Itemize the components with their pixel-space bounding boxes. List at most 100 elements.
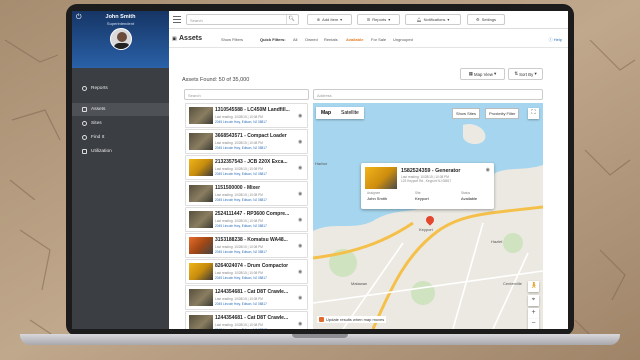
eye-icon[interactable]: ◉ <box>298 139 302 145</box>
map-label-matawan: Matawan <box>351 281 368 286</box>
popup-site-label: Site <box>415 191 421 195</box>
street-view-icon[interactable]: 🚶︎ <box>528 281 539 292</box>
map-type-toggle[interactable]: Map Satellite <box>316 107 364 119</box>
checkbox-icon[interactable] <box>319 317 324 322</box>
eye-icon[interactable]: ◉ <box>298 243 302 249</box>
popup-site: Keyport <box>415 196 429 201</box>
asset-address[interactable]: 2045 Lincoln Hwy, Edison, NJ 08817 <box>215 302 267 306</box>
search-icon[interactable]: 🔍︎ <box>286 15 296 24</box>
asset-address[interactable]: 2045 Lincoln Hwy, Edison, NJ 08817 <box>215 172 267 176</box>
proximity-filter-button[interactable]: Proximity Filter <box>485 108 520 119</box>
asset-thumbnail <box>189 107 213 124</box>
zoom-in-button[interactable]: + <box>528 308 539 319</box>
zoom-out-button[interactable]: − <box>528 319 539 329</box>
asset-address[interactable]: 2045 Lincoln Hwy, Edison, NJ 08817 <box>215 224 267 228</box>
menu-icon[interactable] <box>173 16 181 23</box>
asset-address[interactable]: 2045 Lincoln Hwy, Edison, NJ 08817 <box>215 120 267 124</box>
asset-card[interactable]: 3668543571 - Compact Loader Last reading:… <box>185 129 308 154</box>
asset-title: 1310545588 - LC450M Landfill... <box>215 107 290 113</box>
asset-card[interactable]: 1244354681 - Cat D8T Crawle... Last readi… <box>185 285 308 310</box>
assets-icon: ▣ <box>172 36 177 42</box>
asset-thumbnail <box>189 315 213 329</box>
eye-icon[interactable]: ◉ <box>298 191 302 197</box>
update-on-move-toggle[interactable]: Update results when map moves <box>317 316 387 323</box>
popup-assignee: John Smith <box>367 196 388 201</box>
asset-thumbnail <box>189 185 213 202</box>
asset-address[interactable]: 2045 Lincoln Hwy, Edison, NJ 08817 <box>215 276 267 280</box>
eye-icon[interactable]: ◉ <box>298 113 302 119</box>
map-label-keyport: Keyport <box>419 227 433 232</box>
quick-filter-for-sale[interactable]: For Sale <box>371 37 386 42</box>
map-panel[interactable]: Map Satellite Show Sites Proximity Filte… <box>313 103 543 329</box>
asset-last-reading: Last reading: 10/28/15 | 10:08 PM <box>215 193 263 197</box>
quick-filter-rentals[interactable]: Rentals <box>324 37 338 42</box>
help-link[interactable]: ⓘ Help <box>549 37 562 43</box>
quick-filter-all[interactable]: All <box>293 37 297 42</box>
asset-card[interactable]: 1244354681 - Cat D8T Crawle... Last readi… <box>185 311 308 329</box>
eye-icon[interactable]: ◉ <box>298 269 302 275</box>
generator-thumbnail <box>365 167 397 189</box>
eye-icon[interactable]: ◉ <box>298 165 302 171</box>
asset-address[interactable]: 2045 Lincoln Hwy, Edison, NJ 08817 <box>215 328 267 329</box>
asset-address[interactable]: 2045 Lincoln Hwy, Edison, NJ 08817 <box>215 146 267 150</box>
reports-button[interactable]: ☰ Reports ▾ <box>357 14 400 25</box>
asset-last-reading: Last reading: 10/28/15 | 10:08 PM <box>215 141 263 145</box>
sidebar-item-find-it[interactable]: Find It <box>72 131 169 144</box>
sidebar-item-utilization[interactable]: Utilization <box>72 145 169 158</box>
show-filters-link[interactable]: Show Filters <box>221 37 243 42</box>
notifications-label: Notifications <box>423 17 446 22</box>
sidebar-nav: Reports Assets Sites Find It Utilization <box>72 82 169 158</box>
asset-popup[interactable]: 1582524359 - Generator Last reading: 10/… <box>361 163 494 209</box>
avatar[interactable] <box>110 28 132 50</box>
chevron-down-icon: ▾ <box>447 17 450 22</box>
asset-search-input[interactable]: Search <box>184 89 309 100</box>
asset-card[interactable]: 2132357543 - JCB 220X Exca... Last readin… <box>185 155 308 180</box>
chevron-down-icon: ▾ <box>340 17 343 22</box>
sidebar-item-sites[interactable]: Sites <box>72 117 169 130</box>
sidebar-item-assets[interactable]: Assets <box>72 103 169 116</box>
quick-filter-owned[interactable]: Owned <box>305 37 318 42</box>
asset-card[interactable]: 8264024074 - Drum Compactor Last reading:… <box>185 259 308 284</box>
add-item-button[interactable]: ⊕ Add Item ▾ <box>307 14 352 25</box>
asset-list[interactable]: 1310545588 - LC450M Landfill... Last read… <box>185 103 308 329</box>
asset-address[interactable]: 2045 Lincoln Hwy, Edison, NJ 08817 <box>215 250 267 254</box>
asset-address[interactable]: 2045 Lincoln Hwy, Edison, NJ 08817 <box>215 198 267 202</box>
quick-filter-ungrouped[interactable]: Ungrouped <box>393 37 413 42</box>
reports-label: Reports <box>372 17 387 22</box>
asset-card[interactable]: 1151500000 - Mixer Last reading: 10/28/15… <box>185 181 308 206</box>
map-type-satellite[interactable]: Satellite <box>336 107 364 119</box>
assets-icon <box>82 107 87 112</box>
locate-icon[interactable]: ⌖ <box>528 295 539 306</box>
map-view-dropdown[interactable]: ▦ Map View ▾ <box>460 68 505 80</box>
eye-icon[interactable]: ◉ <box>298 295 302 301</box>
asset-title: 8264024074 - Drum Compactor <box>215 263 289 269</box>
global-search-input[interactable]: Search <box>186 14 299 25</box>
settings-button[interactable]: ⚙ Settings <box>467 14 505 25</box>
sidebar-item-label: Find It <box>91 135 105 140</box>
asset-last-reading: Last reading: 10/28/15 | 10:08 PM <box>215 115 263 119</box>
asset-card[interactable]: 1310545588 - LC450M Landfill... Last read… <box>185 103 308 128</box>
map-type-map[interactable]: Map <box>316 107 336 119</box>
chevron-down-icon: ▾ <box>388 17 391 22</box>
address-search-input[interactable]: Address <box>313 89 543 100</box>
top-toolbar: Search 🔍︎ ⊕ Add Item ▾ ☰ Reports ▾ 🔔︎ Notific… <box>169 11 568 29</box>
page-title: Assets <box>179 35 202 42</box>
sidebar-item-label: Sites <box>91 121 102 126</box>
update-on-move-label: Update results when map moves <box>326 317 385 322</box>
eye-icon[interactable]: ◉ <box>298 321 302 327</box>
asset-card[interactable]: 2524111447 - RP3600 Compre... Last readin… <box>185 207 308 232</box>
help-icon: ⓘ <box>548 37 553 42</box>
popup-address: 123 Keyport Rd., Keyport NJ 08817 <box>401 179 452 183</box>
fullscreen-icon[interactable]: ⛶ <box>528 108 539 119</box>
popup-assignee-label: Assignee <box>367 191 381 195</box>
eye-icon[interactable]: ◉ <box>298 217 302 223</box>
notifications-button[interactable]: 🔔︎ Notifications ▾ <box>405 14 461 25</box>
asset-thumbnail <box>189 211 213 228</box>
asset-card[interactable]: 3153188238 - Komatsu WA48... Last reading… <box>185 233 308 258</box>
eye-icon[interactable]: ◉ <box>486 167 490 173</box>
sort-by-label: Sort By <box>519 71 534 77</box>
quick-filter-available[interactable]: Available <box>346 37 363 42</box>
show-sites-button[interactable]: Show Sites <box>452 108 481 119</box>
sort-by-dropdown[interactable]: ⇅ Sort By ▾ <box>508 68 543 80</box>
sidebar-item-reports[interactable]: Reports <box>72 82 169 95</box>
